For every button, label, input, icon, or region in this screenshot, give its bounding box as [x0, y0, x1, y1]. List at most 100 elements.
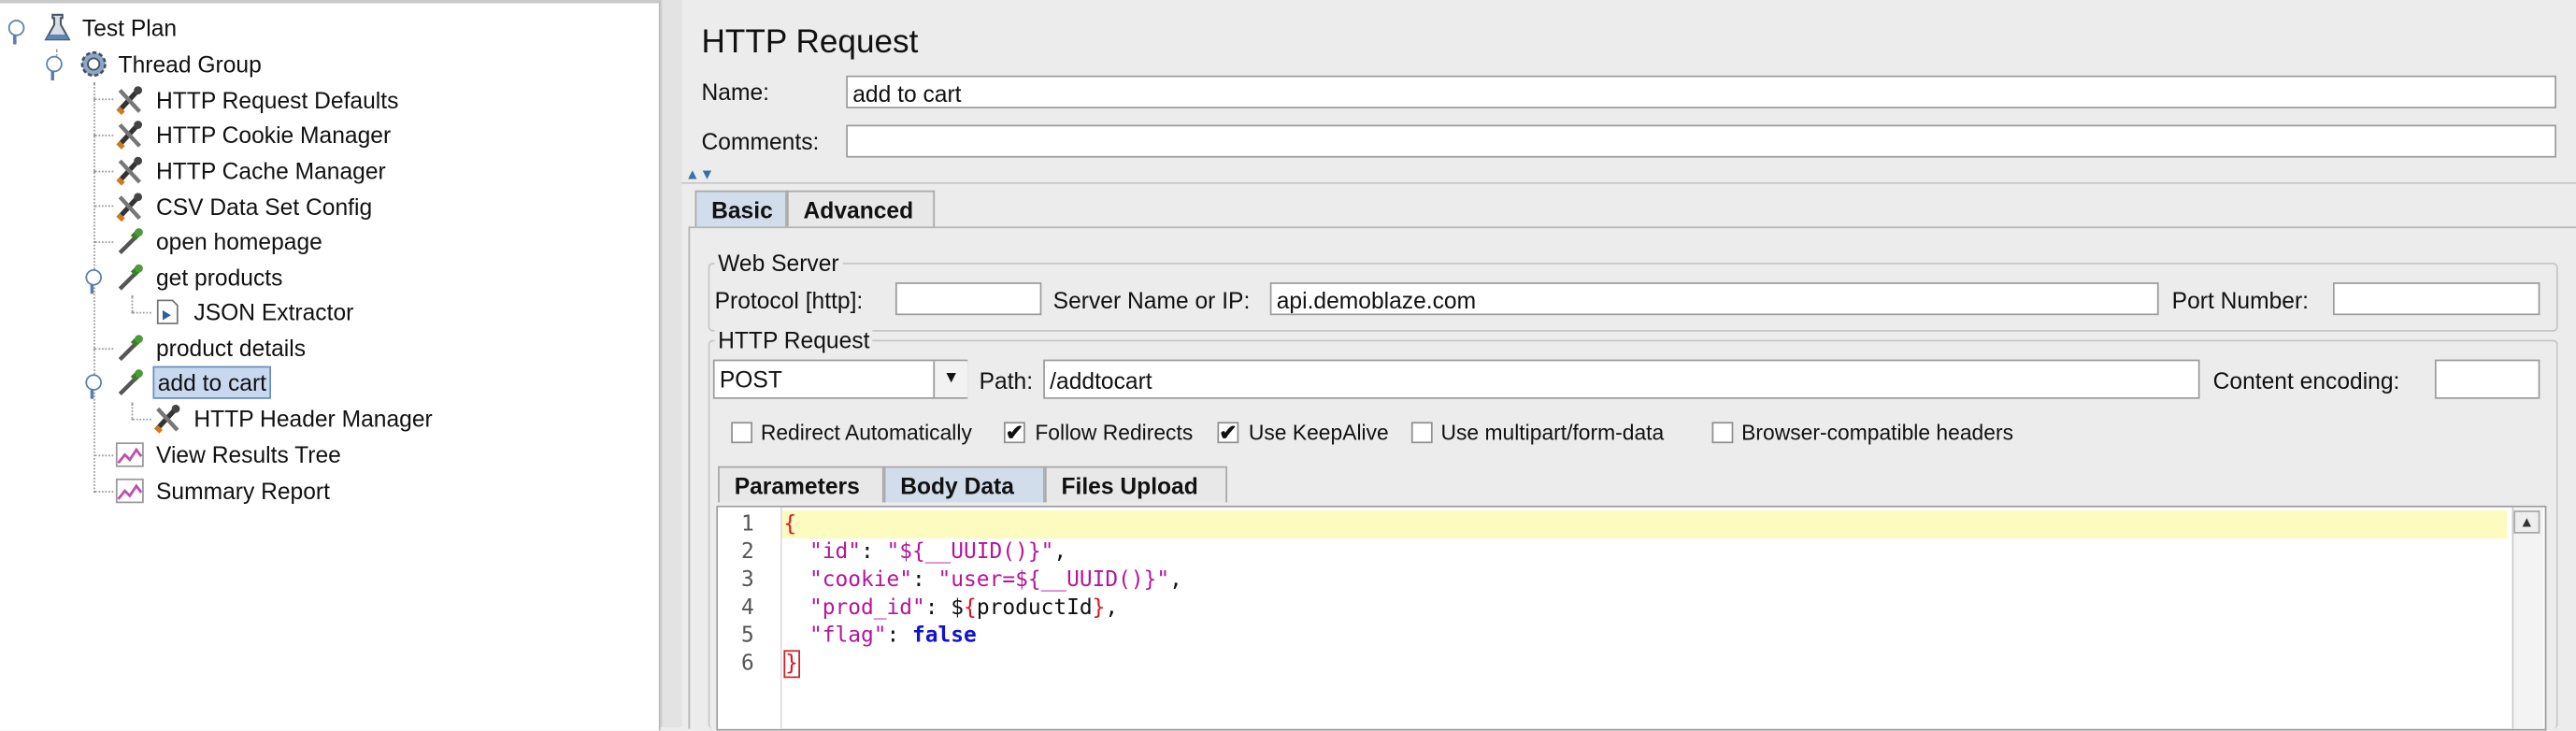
wrench-icon [116, 193, 143, 222]
follow-redirects-checkbox[interactable]: ✔ [1003, 422, 1025, 444]
graph-icon [115, 442, 144, 467]
wrench-icon [116, 121, 143, 150]
code-string: "${__UUID()}" [886, 539, 1054, 566]
use-multipart-checkbox[interactable] [1410, 422, 1433, 444]
code-line-4: "prod_id": ${productId}, [783, 596, 1118, 621]
tree-label: add to cart [152, 366, 272, 399]
expand-handle-icon[interactable] [7, 20, 25, 45]
code-sep: : $ [924, 595, 965, 621]
pipette-icon [118, 335, 143, 362]
expand-handle-icon[interactable] [85, 269, 102, 294]
code-brace: { [783, 511, 797, 538]
vertical-scrollbar[interactable] [2512, 507, 2543, 729]
method-value: POST [719, 366, 782, 393]
code-line-3: "cookie": "user=${__UUID()}", [783, 568, 1182, 593]
comments-field[interactable] [846, 124, 2556, 158]
tree-node-http-cache-manager[interactable]: HTTP Cache Manager [0, 154, 525, 187]
path-field[interactable]: /addtocart [1043, 359, 2200, 399]
tree-node-http-request-defaults[interactable]: HTTP Request Defaults [0, 84, 525, 117]
tree-label: JSON Extractor [193, 298, 354, 325]
tab-files-upload[interactable]: Files Upload [1044, 466, 1228, 503]
pipette-icon [118, 228, 143, 255]
tree-node-json-extractor[interactable]: JSON Extractor [0, 295, 525, 328]
body-data-editor[interactable]: 1 2 3 4 5 6 { "id": "${__UUID()}", "cook… [716, 505, 2547, 731]
tree-label: Summary Report [155, 478, 330, 505]
code-line-5: "flag": false [783, 624, 977, 649]
code-comma: , [1105, 595, 1119, 621]
redirect-automatically-label: Redirect Automatically [760, 420, 972, 445]
http-request-legend: HTTP Request [714, 326, 873, 353]
code-comma: , [1053, 539, 1067, 566]
tree-label-test-plan: Test Plan [81, 14, 178, 41]
content-encoding-label: Content encoding: [2212, 367, 2400, 394]
tree-node-test-plan[interactable]: Test Plan [0, 11, 329, 45]
line-number: 1 [741, 511, 754, 538]
tree-node-open-homepage[interactable]: open homepage [0, 225, 525, 258]
use-keepalive-checkbox[interactable]: ✔ [1217, 422, 1239, 444]
tree-node-summary-report[interactable]: Summary Report [0, 475, 525, 508]
tree-node-add-to-cart[interactable]: add to cart [0, 366, 525, 399]
code-key: "flag" [809, 624, 887, 649]
tree-node-view-results-tree[interactable]: View Results Tree [0, 438, 525, 471]
tree-node-http-header-manager[interactable]: HTTP Header Manager [0, 402, 525, 435]
expand-handle-icon[interactable] [85, 374, 102, 399]
tab-basic[interactable]: Basic [694, 190, 787, 227]
web-server-legend: Web Server [714, 249, 843, 277]
tree-node-http-cookie-manager[interactable]: HTTP Cookie Manager [0, 118, 525, 150]
tree-label: HTTP Cache Manager [155, 157, 386, 184]
extractor-icon [156, 299, 179, 324]
current-line-highlight [781, 510, 2508, 539]
wrench-icon [116, 156, 143, 186]
tree-label: get products [155, 264, 283, 291]
browser-compatible-headers-checkbox[interactable] [1711, 422, 1734, 444]
code-key: "cookie" [809, 567, 913, 593]
tree-label: HTTP Cookie Manager [155, 121, 392, 149]
protocol-field[interactable] [894, 282, 1042, 316]
code-string: "user=${__UUID()}" [937, 567, 1170, 593]
method-select[interactable]: POST ▼ [712, 359, 968, 399]
name-field[interactable]: add to cart [846, 75, 2556, 108]
tab-parameters[interactable]: Parameters [718, 466, 884, 503]
port-number-label: Port Number: [2171, 287, 2310, 314]
code-key: "id" [809, 539, 861, 566]
content-encoding-field[interactable] [2434, 359, 2540, 399]
name-label: Name: [701, 79, 770, 106]
port-number-field[interactable] [2332, 282, 2540, 316]
chevron-down-icon[interactable]: ▼ [933, 361, 968, 398]
panel-title: HTTP Request [701, 24, 919, 61]
tree-node-csv-data-set-config[interactable]: CSV Data Set Config [0, 191, 525, 223]
divider [681, 181, 2576, 184]
expand-handle-icon[interactable] [46, 55, 63, 81]
protocol-label: Protocol [http]: [714, 287, 864, 314]
tree-node-thread-group[interactable]: Thread Group [0, 48, 362, 81]
code-line-6: } [783, 650, 800, 679]
tree-node-product-details[interactable]: product details [0, 332, 525, 365]
tree-label: open homepage [155, 228, 322, 255]
tab-body-data[interactable]: Body Data [883, 466, 1045, 503]
code-brace: { [964, 595, 977, 621]
tree-label: HTTP Header Manager [193, 405, 433, 432]
code-variable: productId [976, 595, 1093, 621]
tree-label: product details [155, 335, 307, 362]
tab-advanced[interactable]: Advanced [786, 190, 936, 227]
code-sep: : [886, 624, 913, 649]
use-multipart-label: Use multipart/form-data [1440, 420, 1665, 445]
server-name-field[interactable]: api.demoblaze.com [1269, 282, 2159, 316]
line-number: 6 [741, 652, 754, 677]
code-keyword: false [912, 624, 977, 649]
tree-label-thread-group: Thread Group [118, 50, 262, 78]
code-comma: , [1169, 567, 1182, 593]
tree-label: View Results Tree [155, 441, 341, 468]
code-line-2: "id": "${__UUID()}", [783, 540, 1066, 565]
line-number: 4 [741, 595, 754, 621]
test-plan-tree[interactable]: Test Plan Thread Group HTTP Request Defa… [0, 0, 661, 731]
redirect-automatically-checkbox[interactable] [731, 422, 753, 444]
collapse-arrows-icon[interactable]: ▲▼ [685, 165, 714, 182]
split-pane-divider[interactable] [660, 0, 684, 727]
code-brace: } [1092, 595, 1106, 621]
scroll-up-arrow-icon[interactable]: ▲ [2513, 510, 2540, 534]
tree-node-get-products[interactable]: get products [0, 261, 525, 294]
line-number: 3 [741, 567, 754, 593]
code-sep: : [912, 567, 938, 593]
